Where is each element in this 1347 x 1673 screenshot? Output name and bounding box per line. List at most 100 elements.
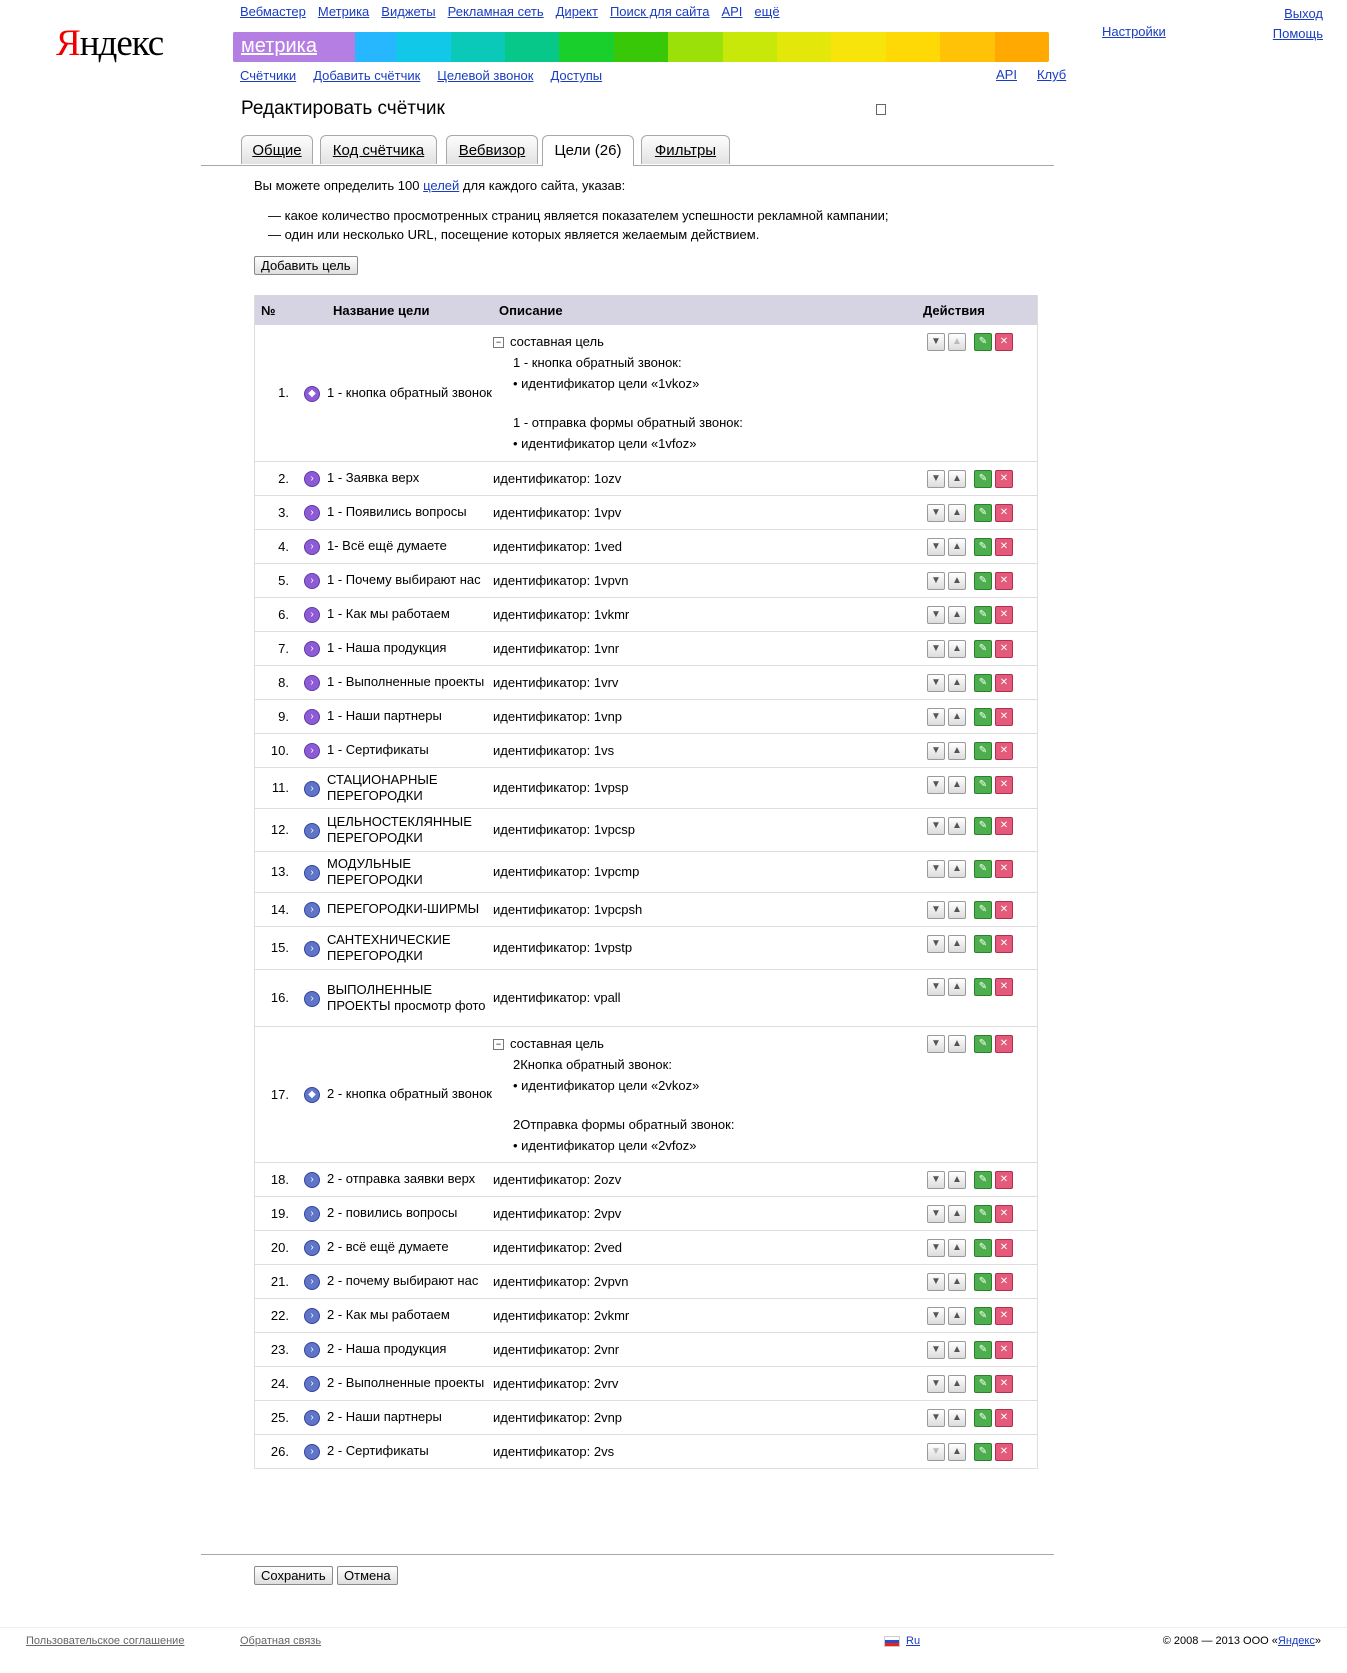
edit-icon[interactable]: ✎	[974, 1204, 992, 1223]
move-down-icon[interactable]: ▼	[927, 816, 945, 835]
edit-icon[interactable]: ✎	[974, 537, 992, 556]
move-down-icon[interactable]: ▼	[927, 1374, 945, 1393]
metrika-label[interactable]: метрика	[233, 32, 355, 62]
move-up-icon[interactable]: ▲	[948, 639, 966, 658]
move-down-icon[interactable]: ▼	[927, 775, 945, 794]
edit-icon[interactable]: ✎	[974, 1272, 992, 1291]
edit-icon[interactable]: ✎	[974, 1238, 992, 1257]
help-link[interactable]: Помощь	[1273, 26, 1323, 41]
subnav-link[interactable]: Добавить счётчик	[313, 68, 420, 83]
delete-icon[interactable]: ✕	[995, 934, 1013, 953]
service-link[interactable]: Поиск для сайта	[610, 4, 710, 19]
delete-icon[interactable]: ✕	[995, 1408, 1013, 1427]
move-down-icon[interactable]: ▼	[927, 571, 945, 590]
delete-icon[interactable]: ✕	[995, 673, 1013, 692]
edit-icon[interactable]: ✎	[974, 605, 992, 624]
move-down-icon[interactable]: ▼	[927, 1034, 945, 1053]
move-up-icon[interactable]: ▲	[948, 1238, 966, 1257]
move-down-icon[interactable]: ▼	[927, 859, 945, 878]
subnav-right-link[interactable]: API	[996, 67, 1017, 82]
language-switch[interactable]: Ru	[906, 1635, 920, 1647]
move-up-icon[interactable]: ▲	[948, 1034, 966, 1053]
delete-icon[interactable]: ✕	[995, 571, 1013, 590]
delete-icon[interactable]: ✕	[995, 741, 1013, 760]
delete-icon[interactable]: ✕	[995, 977, 1013, 996]
delete-icon[interactable]: ✕	[995, 859, 1013, 878]
move-down-icon[interactable]: ▼	[927, 605, 945, 624]
delete-icon[interactable]: ✕	[995, 503, 1013, 522]
edit-icon[interactable]: ✎	[974, 934, 992, 953]
collapse-icon[interactable]: −	[493, 1038, 504, 1050]
edit-icon[interactable]: ✎	[974, 503, 992, 522]
collapse-icon[interactable]: −	[493, 337, 504, 349]
edit-icon[interactable]: ✎	[974, 900, 992, 919]
move-up-icon[interactable]: ▲	[948, 1204, 966, 1223]
edit-icon[interactable]: ✎	[974, 1374, 992, 1393]
move-up-icon[interactable]: ▲	[948, 1340, 966, 1359]
subnav-link[interactable]: Счётчики	[240, 68, 296, 83]
move-up-icon[interactable]: ▲	[948, 775, 966, 794]
service-link[interactable]: Рекламная сеть	[448, 4, 544, 19]
delete-icon[interactable]: ✕	[995, 1442, 1013, 1461]
tab-5[interactable]: Фильтры	[641, 135, 730, 164]
move-up-icon[interactable]: ▲	[948, 1374, 966, 1393]
move-down-icon[interactable]: ▼	[927, 741, 945, 760]
move-up-icon[interactable]: ▲	[948, 900, 966, 919]
edit-icon[interactable]: ✎	[974, 707, 992, 726]
move-down-icon[interactable]: ▼	[927, 1408, 945, 1427]
service-link[interactable]: Вебмастер	[240, 4, 306, 19]
tab-4[interactable]: Цели (26)	[542, 135, 634, 166]
delete-icon[interactable]: ✕	[995, 1374, 1013, 1393]
move-up-icon[interactable]: ▲	[948, 503, 966, 522]
move-down-icon[interactable]: ▼	[927, 1442, 945, 1461]
move-down-icon[interactable]: ▼	[927, 1340, 945, 1359]
service-link[interactable]: API	[721, 4, 742, 19]
move-up-icon[interactable]: ▲	[948, 333, 966, 351]
delete-icon[interactable]: ✕	[995, 775, 1013, 794]
edit-icon[interactable]: ✎	[974, 816, 992, 835]
move-down-icon[interactable]: ▼	[927, 977, 945, 996]
move-up-icon[interactable]: ▲	[948, 816, 966, 835]
edit-icon[interactable]: ✎	[974, 1034, 992, 1053]
move-up-icon[interactable]: ▲	[948, 1442, 966, 1461]
move-down-icon[interactable]: ▼	[927, 537, 945, 556]
move-up-icon[interactable]: ▲	[948, 605, 966, 624]
delete-icon[interactable]: ✕	[995, 1034, 1013, 1053]
delete-icon[interactable]: ✕	[995, 537, 1013, 556]
tab-1[interactable]: Общие	[241, 135, 313, 164]
delete-icon[interactable]: ✕	[995, 605, 1013, 624]
move-down-icon[interactable]: ▼	[927, 900, 945, 919]
move-up-icon[interactable]: ▲	[948, 977, 966, 996]
service-link[interactable]: Директ	[556, 4, 598, 19]
move-up-icon[interactable]: ▲	[948, 571, 966, 590]
exit-link[interactable]: Выход	[1284, 6, 1323, 21]
move-up-icon[interactable]: ▲	[948, 707, 966, 726]
edit-icon[interactable]: ✎	[974, 741, 992, 760]
save-button[interactable]: Сохранить	[254, 1566, 333, 1585]
edit-icon[interactable]: ✎	[974, 775, 992, 794]
delete-icon[interactable]: ✕	[995, 333, 1013, 351]
edit-icon[interactable]: ✎	[974, 673, 992, 692]
delete-icon[interactable]: ✕	[995, 639, 1013, 658]
move-down-icon[interactable]: ▼	[927, 333, 945, 351]
tab-3[interactable]: Вебвизор	[446, 135, 538, 164]
move-down-icon[interactable]: ▼	[927, 503, 945, 522]
copyright-yandex-link[interactable]: Яндекс	[1278, 1635, 1315, 1647]
edit-icon[interactable]: ✎	[974, 639, 992, 658]
add-goal-button[interactable]: Добавить цель	[254, 256, 358, 275]
delete-icon[interactable]: ✕	[995, 816, 1013, 835]
edit-icon[interactable]: ✎	[974, 1442, 992, 1461]
delete-icon[interactable]: ✕	[995, 1272, 1013, 1291]
edit-icon[interactable]: ✎	[974, 1306, 992, 1325]
edit-icon[interactable]: ✎	[974, 859, 992, 878]
edit-icon[interactable]: ✎	[974, 333, 992, 351]
delete-icon[interactable]: ✕	[995, 1340, 1013, 1359]
edit-icon[interactable]: ✎	[974, 1408, 992, 1427]
move-up-icon[interactable]: ▲	[948, 1408, 966, 1427]
settings-link[interactable]: Настройки	[1102, 24, 1166, 39]
edit-icon[interactable]: ✎	[974, 469, 992, 488]
feedback-link[interactable]: Обратная связь	[240, 1635, 321, 1647]
delete-icon[interactable]: ✕	[995, 707, 1013, 726]
delete-icon[interactable]: ✕	[995, 469, 1013, 488]
move-down-icon[interactable]: ▼	[927, 1238, 945, 1257]
